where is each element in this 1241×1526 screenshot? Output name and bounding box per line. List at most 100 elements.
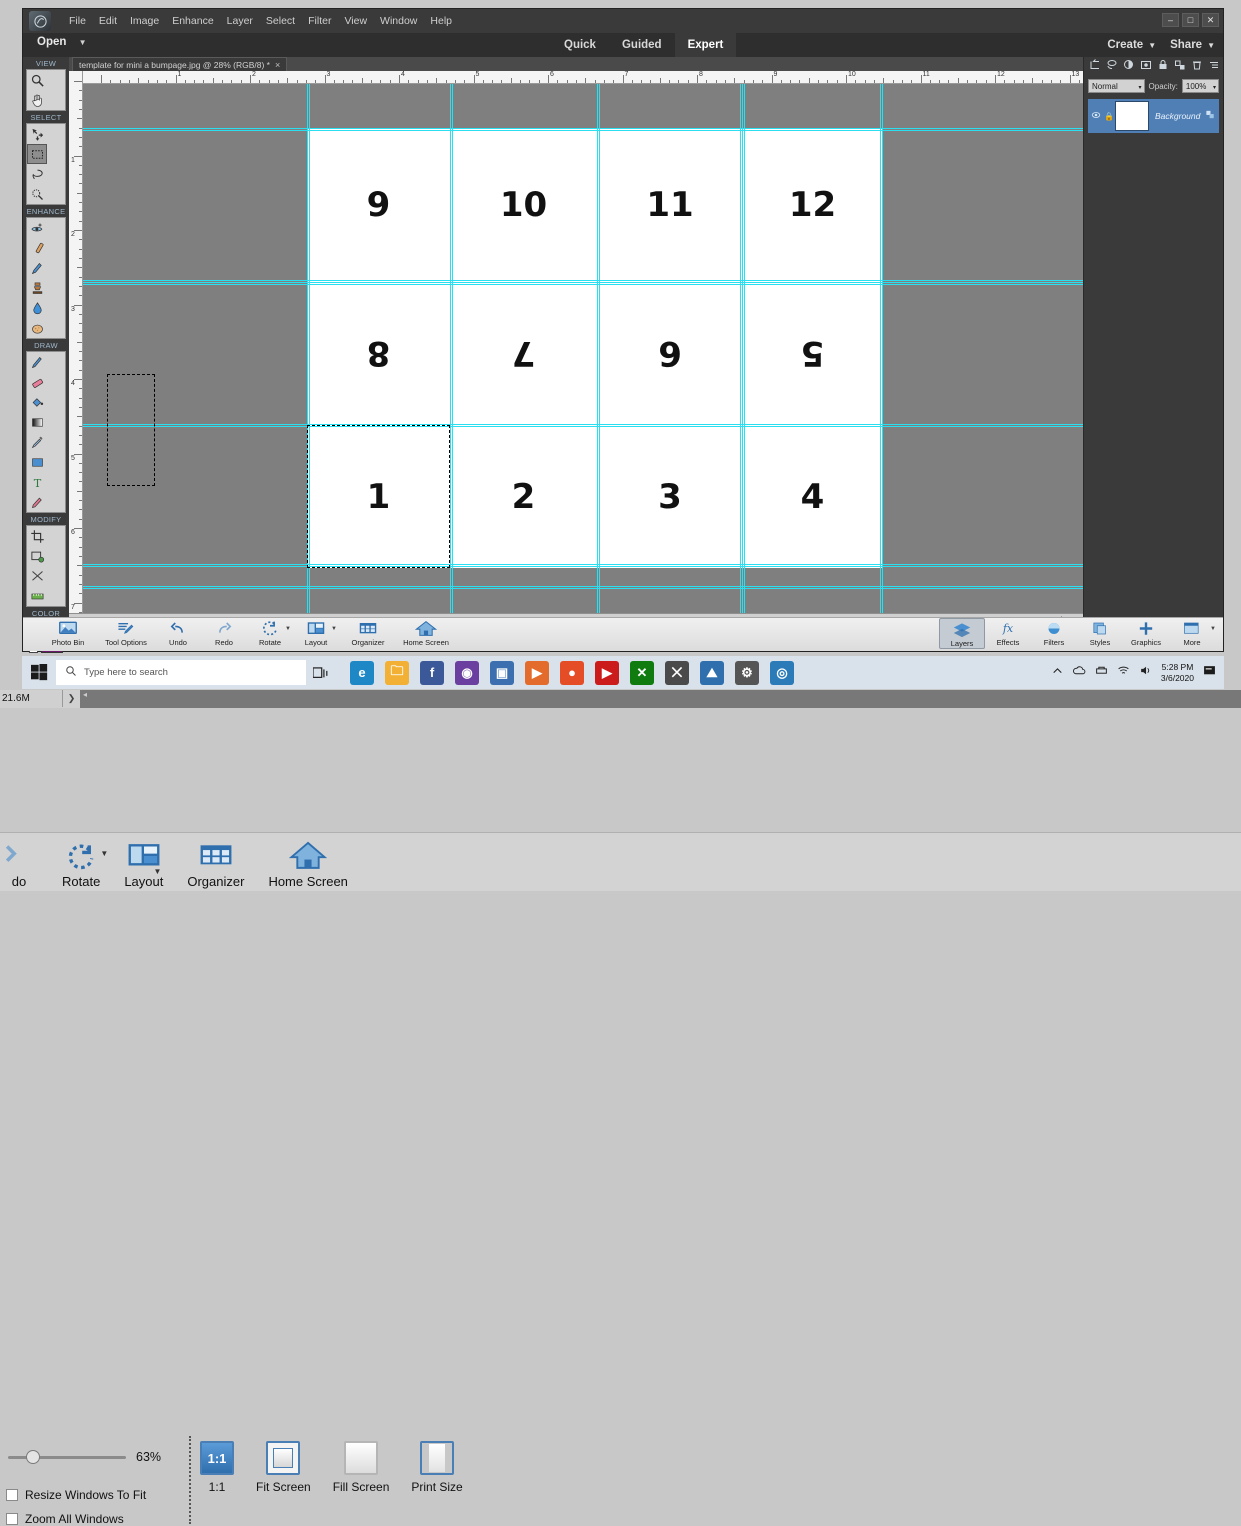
edge-icon[interactable]: e [350, 660, 374, 685]
marquee-selection[interactable] [307, 425, 450, 568]
page-cell[interactable]: 3 [597, 425, 743, 568]
layer-thumbnail[interactable] [1115, 101, 1149, 131]
menu-help[interactable]: Help [430, 15, 452, 27]
youtube-icon[interactable]: ▶ [595, 660, 619, 685]
hand-tool-icon[interactable] [27, 90, 47, 110]
panel-menu-icon[interactable] [1208, 58, 1220, 76]
sponge-tool-icon[interactable] [27, 318, 47, 338]
horizontal-guide[interactable] [83, 588, 1085, 589]
chevron-down-icon[interactable]: ▼ [153, 867, 161, 876]
effects-panel-button[interactable]: fx Effects [985, 618, 1031, 649]
recompose-tool-icon[interactable] [27, 546, 47, 566]
photos-icon[interactable]: ⛰ [700, 660, 724, 685]
fit-screen-button[interactable] [266, 1441, 301, 1475]
windows-start-icon[interactable] [22, 664, 56, 681]
menu-view[interactable]: View [344, 15, 367, 27]
content-aware-move-tool-icon[interactable] [27, 566, 47, 586]
page-cell[interactable]: 5 [743, 281, 882, 425]
page-cell[interactable]: 8 [307, 281, 450, 425]
styles-panel-button[interactable]: Styles [1077, 618, 1123, 649]
horizontal-guide[interactable] [83, 424, 1085, 425]
zoom-percent-value[interactable]: 63% [136, 1450, 161, 1464]
layer-group-icon[interactable] [1174, 58, 1186, 76]
page-cell[interactable]: 7 [450, 281, 597, 425]
layers-panel-button[interactable]: Layers [939, 618, 985, 649]
menu-edit[interactable]: Edit [99, 15, 117, 27]
close-icon[interactable]: × [275, 60, 280, 70]
blend-mode-select[interactable]: Normal ▾ [1088, 79, 1145, 93]
firefox-icon[interactable]: ● [560, 660, 584, 685]
vertical-guide[interactable] [740, 84, 741, 619]
chevron-up-icon[interactable] [1051, 664, 1064, 682]
chevron-down-icon[interactable]: ▼ [1148, 41, 1156, 50]
calculator-icon[interactable]: ⨉ [665, 660, 689, 685]
media-player-icon[interactable]: ▶ [525, 660, 549, 685]
blur-tool-icon[interactable] [27, 298, 47, 318]
quick-selection-tool-icon[interactable] [27, 184, 47, 204]
page-cell[interactable]: 4 [743, 425, 882, 568]
horizontal-ruler[interactable]: 1 2 3 4 5 6 7 8 9 10 11 12 13 [83, 71, 1085, 84]
menu-bar[interactable]: File Edit Image Enhance Layer Select Fil… [69, 15, 452, 27]
chevron-down-icon[interactable]: ▼ [100, 849, 108, 858]
horizontal-guide[interactable] [83, 280, 1085, 281]
menu-file[interactable]: File [69, 15, 86, 27]
chevron-down-icon[interactable]: ▾ [1213, 82, 1216, 95]
menu-select[interactable]: Select [266, 15, 295, 27]
chevron-down-icon[interactable]: ▼ [1207, 41, 1215, 50]
add-layer-from-selection-icon[interactable] [1089, 58, 1101, 76]
menu-enhance[interactable]: Enhance [172, 15, 213, 27]
horizontal-guide[interactable] [83, 284, 1085, 285]
search-input[interactable]: Type here to search [56, 660, 306, 685]
menu-image[interactable]: Image [130, 15, 159, 27]
zoom-tool-icon[interactable] [27, 70, 47, 90]
vertical-guide[interactable] [450, 84, 451, 619]
print-size-item[interactable]: Print Size [411, 1441, 463, 1494]
red-eye-removal-tool-icon[interactable] [27, 218, 47, 238]
photo-bin-button[interactable]: Photo Bin [39, 618, 97, 647]
photoshop-elements-icon[interactable]: ◉ [455, 660, 479, 685]
chevron-down-icon[interactable]: ▼ [331, 626, 337, 632]
taskbar-clock[interactable]: 5:28 PM 3/6/2020 [1161, 662, 1194, 684]
zoom-slider-handle[interactable] [26, 1450, 40, 1464]
bottom-rotate-button[interactable]: Rotate ▼ [50, 839, 112, 889]
color-picker-tool-icon[interactable] [27, 432, 47, 452]
volume-icon[interactable] [1139, 664, 1152, 682]
rotate-button[interactable]: Rotate ▼ [247, 618, 293, 647]
more-panels-button[interactable]: More ▼ [1169, 618, 1216, 649]
chevron-down-icon[interactable]: ▼ [1210, 626, 1216, 632]
page-cell[interactable]: 11 [597, 128, 743, 281]
page-cell[interactable]: 2 [450, 425, 597, 568]
vertical-guide[interactable] [597, 84, 598, 619]
tab-guided[interactable]: Guided [609, 33, 675, 57]
opacity-field[interactable]: 100% ▾ [1181, 79, 1219, 95]
gradient-tool-icon[interactable] [27, 412, 47, 432]
vertical-guide[interactable] [742, 84, 743, 619]
move-tool-icon[interactable] [27, 124, 47, 144]
organizer-button[interactable]: Organizer [339, 618, 397, 647]
zoom-slider[interactable] [8, 1450, 133, 1464]
fill-screen-item[interactable]: Fill Screen [333, 1441, 389, 1494]
premiere-elements-icon[interactable]: ▣ [490, 660, 514, 685]
home-screen-button[interactable]: Home Screen [397, 618, 455, 647]
settings-icon[interactable]: ⚙ [735, 660, 759, 685]
chevron-down-icon[interactable]: ▼ [285, 626, 291, 632]
type-tool-icon[interactable]: T [27, 472, 47, 492]
action-center-icon[interactable] [1203, 664, 1216, 682]
facebook-icon[interactable]: f [420, 660, 444, 685]
menu-window[interactable]: Window [380, 15, 417, 27]
chevron-down-icon[interactable]: ▼ [79, 38, 87, 47]
delete-layer-icon[interactable] [1191, 58, 1203, 76]
graphics-panel-button[interactable]: Graphics [1123, 618, 1169, 649]
bottom-layout-button[interactable]: Layout ▼ [112, 839, 175, 889]
page-cell[interactable]: 12 [743, 128, 882, 281]
layer-mask-icon[interactable] [1140, 58, 1152, 76]
bottom-home-screen-button[interactable]: Home Screen [256, 839, 359, 889]
horizontal-guide[interactable] [83, 586, 1085, 587]
vertical-ruler[interactable]: 1 2 3 4 5 6 7 [69, 71, 83, 619]
layer-row-background[interactable]: 🔒 Background [1088, 99, 1219, 133]
horizontal-guide[interactable] [83, 130, 1085, 131]
horizontal-guide[interactable] [83, 564, 1085, 565]
minimize-button[interactable]: – [1162, 13, 1179, 27]
camera-icon[interactable]: ◎ [770, 660, 794, 685]
document-tab[interactable]: template for mini a bumpage.jpg @ 28% (R… [72, 57, 288, 71]
